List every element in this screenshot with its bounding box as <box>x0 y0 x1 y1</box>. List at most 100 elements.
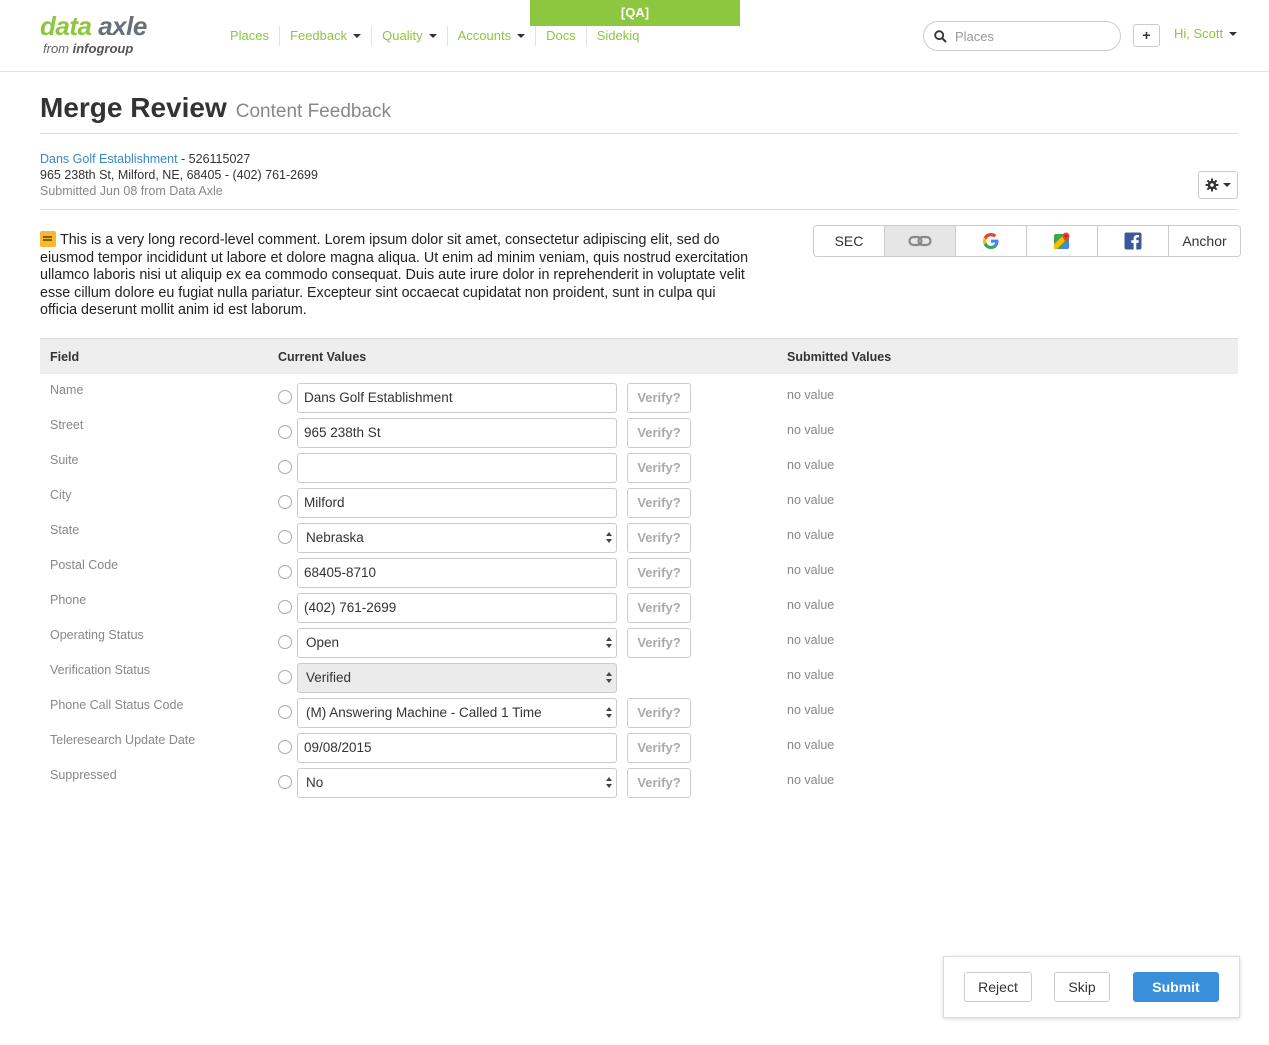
submitted-value: no value <box>787 528 835 542</box>
record-name-link[interactable]: Dans Golf Establishment <box>40 152 178 166</box>
chevron-down-icon <box>428 34 437 38</box>
page-title: Merge Review <box>40 92 227 123</box>
link-button[interactable] <box>885 226 956 256</box>
field-label: Operating Status <box>50 628 144 642</box>
field-label: Suite <box>50 453 79 467</box>
field-label: Suppressed <box>50 768 117 782</box>
source-button-group: SEC Anchor <box>813 225 1241 257</box>
select-arrows-icon <box>606 532 612 544</box>
logo-tagline: from infogroup <box>43 41 134 56</box>
current-value-radio[interactable] <box>278 705 292 719</box>
current-value-radio[interactable] <box>278 460 292 474</box>
table-row: Suite Verify? no value <box>40 443 1238 483</box>
chevron-down-icon <box>1223 183 1231 187</box>
anchor-button[interactable]: Anchor <box>1169 226 1240 256</box>
environment-badge: [QA] <box>530 0 740 26</box>
submitted-value: no value <box>787 458 835 472</box>
user-menu[interactable]: Hi, Scott <box>1174 26 1238 41</box>
page-header: Merge Review Content Feedback <box>40 92 391 124</box>
current-value-radio[interactable] <box>278 495 292 509</box>
main-nav: Places Feedback Quality Accounts Docs Si… <box>220 26 649 46</box>
google-maps-icon <box>1054 232 1070 249</box>
submitted-value: no value <box>787 738 835 752</box>
current-value-radio[interactable] <box>278 670 292 684</box>
field-label: Phone <box>50 593 87 607</box>
field-label: Name <box>50 383 84 397</box>
current-value-radio[interactable] <box>278 390 292 404</box>
nav-accounts[interactable]: Accounts <box>448 26 537 46</box>
user-greeting: Hi, Scott <box>1174 26 1224 41</box>
select-arrows-icon <box>606 777 612 789</box>
current-value-radio[interactable] <box>278 740 292 754</box>
table-row: State Nebraska Verify? no value <box>40 513 1238 553</box>
search-icon <box>934 29 947 43</box>
google-maps-button[interactable] <box>1027 226 1098 256</box>
submit-button[interactable]: Submit <box>1133 972 1219 1002</box>
sec-button[interactable]: SEC <box>814 226 885 256</box>
logo[interactable]: data axle from infogroup <box>40 12 147 58</box>
field-value: 09/08/2015 <box>304 740 372 755</box>
nav-places[interactable]: Places <box>220 26 281 46</box>
field-value: Milford <box>304 495 345 510</box>
table-row: Phone Call Status Code (M) Answering Mach… <box>40 688 1238 728</box>
record-address: 965 238th St, Milford, NE, 68405 - (402)… <box>40 168 318 182</box>
field-value: (402) 761-2699 <box>304 600 397 615</box>
field-label: City <box>50 488 72 502</box>
current-value-radio[interactable] <box>278 635 292 649</box>
field-label: Verification Status <box>50 663 151 677</box>
facebook-button[interactable] <box>1098 226 1169 256</box>
field-value: Dans Golf Establishment <box>304 390 453 405</box>
nav-docs[interactable]: Docs <box>536 26 587 46</box>
select-arrows-icon <box>606 707 612 719</box>
settings-dropdown-button[interactable] <box>1198 171 1238 199</box>
nav-quality[interactable]: Quality <box>372 26 448 46</box>
current-value-radio[interactable] <box>278 530 292 544</box>
search-box <box>923 21 1121 51</box>
submitted-value: no value <box>787 773 835 787</box>
link-icon <box>908 235 932 247</box>
skip-button[interactable]: Skip <box>1054 972 1110 1002</box>
search-input[interactable] <box>955 28 1105 44</box>
reject-button[interactable]: Reject <box>964 972 1032 1002</box>
field-label: Street <box>50 418 84 432</box>
current-value-radio[interactable] <box>278 600 292 614</box>
submitted-value: no value <box>787 493 835 507</box>
table-row: Phone (402) 761-2699 Verify? no value <box>40 583 1238 623</box>
divider <box>40 209 1238 210</box>
record-submitted: Submitted Jun 08 from Data Axle <box>40 184 223 198</box>
top-navbar: [QA] data axle from infogroup Places Fee… <box>0 0 1269 72</box>
nav-sidekiq[interactable]: Sidekiq <box>587 26 650 46</box>
current-value-radio[interactable] <box>278 425 292 439</box>
comment-text: This is a very long record-level comment… <box>40 232 749 318</box>
field-value: Verified <box>306 670 352 685</box>
gear-icon <box>1205 178 1219 192</box>
google-icon <box>983 233 999 249</box>
table-row: City Milford Verify? no value <box>40 478 1238 518</box>
nav-feedback[interactable]: Feedback <box>280 26 373 46</box>
table-row: Verification Status Verified no value <box>40 653 1238 693</box>
verify-button[interactable]: Verify? <box>627 768 691 798</box>
submitted-value: no value <box>787 563 835 577</box>
select-arrows-icon <box>606 637 612 649</box>
record-comment: This is a very long record-level comment… <box>40 231 752 320</box>
note-icon <box>40 231 56 247</box>
value-select[interactable]: No <box>297 768 617 798</box>
field-value: Open <box>306 635 340 650</box>
submitted-value: no value <box>787 633 835 647</box>
page-subtitle: Content Feedback <box>235 101 392 122</box>
chevron-down-icon <box>1229 31 1238 36</box>
select-arrows-icon <box>606 672 612 684</box>
chevron-down-icon <box>353 34 362 38</box>
submitted-value: no value <box>787 388 835 402</box>
field-value: (M) Answering Machine - Called 1 Time <box>306 705 542 720</box>
field-label: State <box>50 523 80 537</box>
column-header-field: Field <box>50 350 80 364</box>
current-value-radio[interactable] <box>278 565 292 579</box>
google-button[interactable] <box>956 226 1027 256</box>
submitted-value: no value <box>787 598 835 612</box>
table-row: Name Dans Golf Establishment Verify? no val… <box>40 373 1238 413</box>
table-header: Field Current Values Submitted Values <box>40 338 1238 374</box>
current-value-radio[interactable] <box>278 775 292 789</box>
record-id: - 526115027 <box>177 152 251 166</box>
add-button[interactable]: + <box>1133 24 1160 47</box>
